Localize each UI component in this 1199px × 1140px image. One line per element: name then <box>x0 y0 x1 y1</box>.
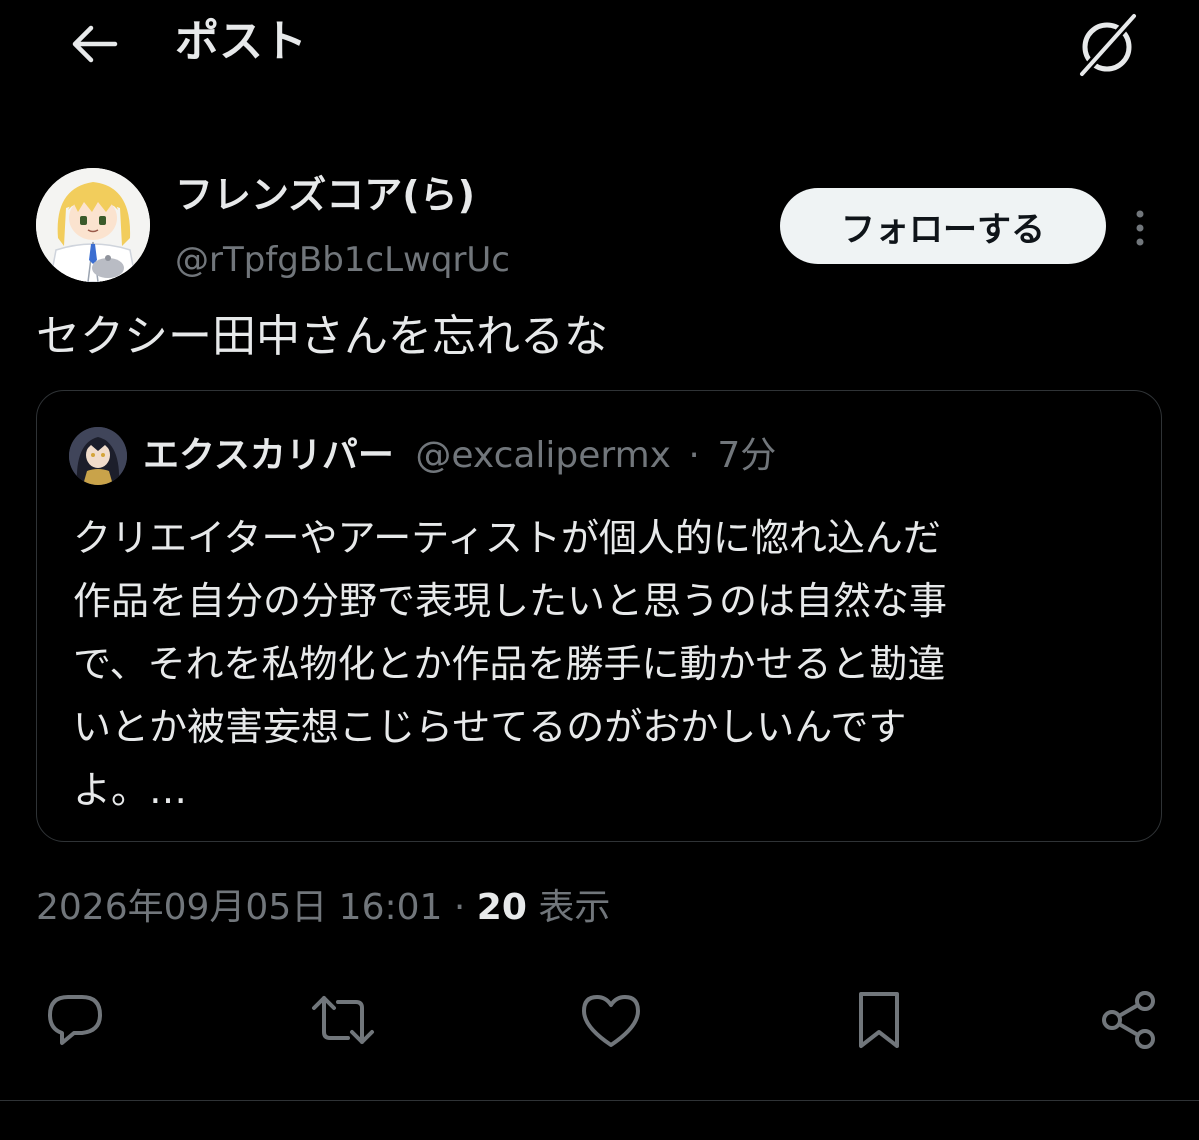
like-button[interactable] <box>576 985 646 1055</box>
quoted-time: 7分 <box>717 435 777 476</box>
post-meta: 2026年09月05日 16:01 · 20 表示 <box>36 880 610 936</box>
author-display-name[interactable]: フレンズコア(ら) <box>175 168 475 222</box>
share-icon <box>1102 991 1155 1049</box>
post-text: セクシー田中さんを忘れるな <box>36 311 608 362</box>
top-bar: ポスト <box>0 0 1199 90</box>
quoted-text-line: 作品を自分の分野で表現したいと思うのは自然な事 <box>73 579 948 623</box>
quoted-author-avatar[interactable] <box>69 427 127 485</box>
author-handle[interactable]: @rTpfgBb1cLwqrUc <box>175 236 510 284</box>
quoted-header: エクスカリパー @excalipermx · 7分 <box>143 429 776 483</box>
views-label: 表示 <box>538 887 611 928</box>
quoted-avatar-image <box>69 427 127 485</box>
more-vertical-icon <box>1136 210 1144 246</box>
repost-icon <box>312 996 374 1044</box>
page-title: ポスト <box>175 16 307 67</box>
action-bar <box>0 985 1199 1055</box>
author-avatar[interactable] <box>36 168 150 282</box>
quoted-meta-separator: · <box>688 435 700 476</box>
quoted-text-line: よ。… <box>73 768 188 812</box>
share-button[interactable] <box>1094 985 1164 1055</box>
bookmark-icon <box>859 992 899 1048</box>
quoted-text: クリエイターやアーティストが個人的に惚れ込んだ 作品を自分の分野で表現したいと思… <box>73 507 1143 822</box>
quoted-handle: @excalipermx <box>415 435 671 476</box>
back-button[interactable] <box>60 16 126 72</box>
arrow-left-icon <box>72 25 118 63</box>
post-timestamp[interactable]: 2026年09月05日 16:01 <box>36 887 442 928</box>
quoted-text-line: で、それを私物化とか作品を勝手に動かせると勘違 <box>73 642 946 686</box>
views-count[interactable]: 20 <box>477 887 527 928</box>
more-options-button[interactable] <box>1120 200 1160 256</box>
quoted-text-line: クリエイターやアーティストが個人的に惚れ込んだ <box>73 516 941 560</box>
author-avatar-image <box>36 168 150 282</box>
grok-icon <box>1076 12 1138 78</box>
meta-separator: · <box>453 887 466 928</box>
quoted-post[interactable]: エクスカリパー @excalipermx · 7分 クリエイターやアーティストが… <box>36 390 1162 842</box>
repost-button[interactable] <box>308 985 378 1055</box>
reply-icon <box>48 995 102 1045</box>
quoted-text-line: いとか被害妄想こじらせてるのがおかしいんです <box>73 705 907 749</box>
reply-button[interactable] <box>40 985 110 1055</box>
bookmark-button[interactable] <box>844 985 914 1055</box>
like-icon <box>582 995 640 1047</box>
divider <box>0 1100 1199 1101</box>
grok-button[interactable] <box>1070 8 1144 82</box>
quoted-display-name: エクスカリパー <box>143 435 394 476</box>
follow-button[interactable]: フォローする <box>780 188 1106 264</box>
